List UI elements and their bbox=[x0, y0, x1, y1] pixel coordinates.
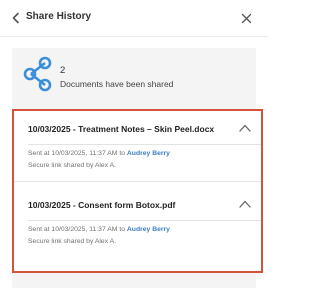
share-item-title: 10/03/2025 - Treatment Notes – Skin Peel… bbox=[28, 124, 215, 134]
item-separator bbox=[28, 144, 261, 145]
header-divider bbox=[0, 36, 268, 37]
secure-link-info: Secure link shared by Alex A. bbox=[28, 238, 117, 245]
share-item[interactable]: 10/03/2025 - Treatment Notes – Skin Peel… bbox=[14, 111, 261, 189]
sent-info: Sent at 10/03/2025, 11:37 AM to Audrey B… bbox=[28, 226, 170, 233]
shared-count-label: Documents have been shared bbox=[60, 79, 174, 89]
dialog-title: Share History bbox=[26, 11, 92, 22]
dialog-header: Share History bbox=[0, 0, 268, 36]
chevron-up-icon[interactable] bbox=[239, 123, 251, 133]
sent-text: Sent at 10/03/2025, 11:37 AM to bbox=[28, 226, 127, 233]
row-separator bbox=[14, 181, 261, 182]
recipient-link[interactable]: Audrey Berry bbox=[127, 226, 170, 233]
item-separator bbox=[28, 220, 261, 221]
close-icon bbox=[241, 13, 251, 23]
shared-count: 2 bbox=[60, 65, 66, 76]
close-button[interactable] bbox=[237, 9, 255, 27]
share-history-list: 10/03/2025 - Treatment Notes – Skin Peel… bbox=[12, 109, 263, 273]
recipient-link[interactable]: Audrey Berry bbox=[127, 150, 170, 157]
share-item[interactable]: 10/03/2025 - Consent form Botox.pdf Sent… bbox=[14, 189, 261, 271]
share-summary: 2 Documents have been shared bbox=[12, 48, 256, 106]
back-button[interactable] bbox=[8, 9, 24, 27]
sent-text: Sent at 10/03/2025, 11:37 AM to bbox=[28, 150, 127, 157]
sent-info: Sent at 10/03/2025, 11:37 AM to Audrey B… bbox=[28, 150, 170, 157]
chevron-up-icon[interactable] bbox=[239, 199, 251, 209]
share-icon bbox=[23, 56, 52, 92]
share-item-title: 10/03/2025 - Consent form Botox.pdf bbox=[28, 200, 176, 210]
chevron-left-icon bbox=[12, 12, 19, 24]
secure-link-info: Secure link shared by Alex A. bbox=[28, 162, 117, 169]
